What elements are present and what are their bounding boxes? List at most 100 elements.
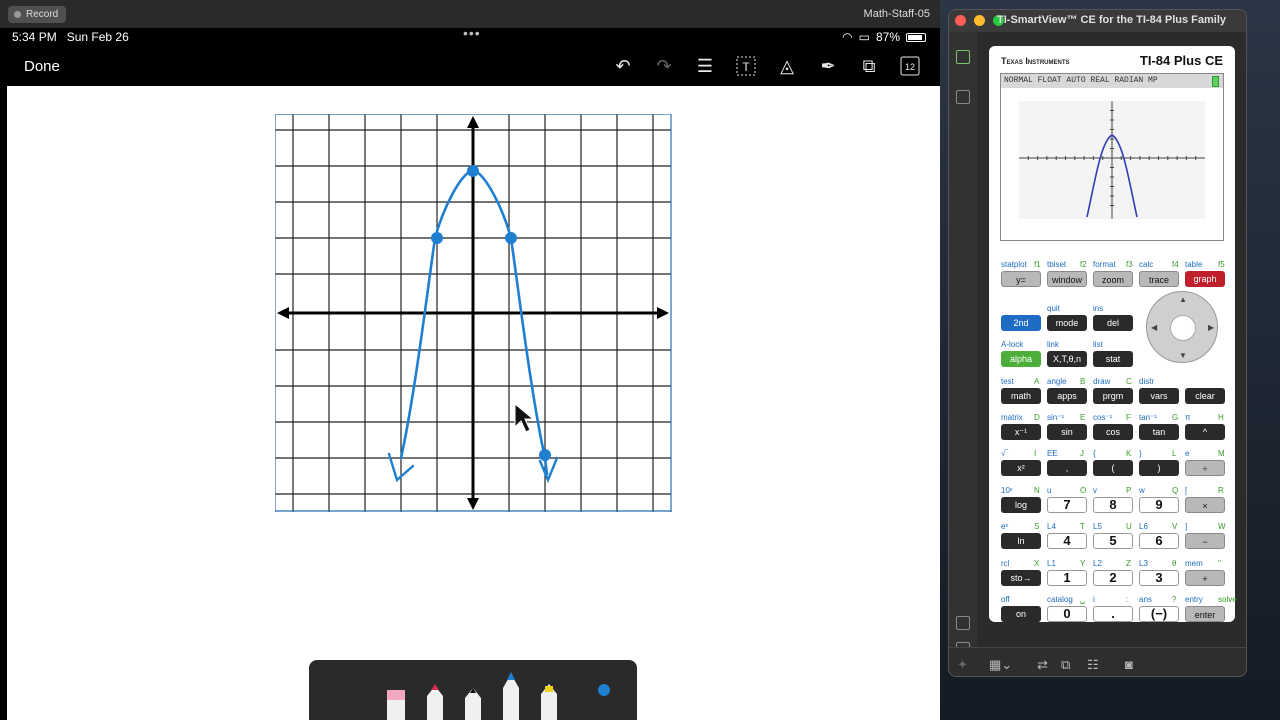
window-bottom-bar: ✦ ▦⌄ ⇄ ⧉ ☷ ◙ [949, 647, 1246, 676]
camera-icon[interactable]: ◙ [1125, 657, 1133, 672]
key-r5c1[interactable]: 7 [1047, 497, 1087, 513]
record-button[interactable]: Record [8, 6, 67, 23]
key-r5c4[interactable]: × [1185, 497, 1225, 513]
key-func-3[interactable]: zoom [1093, 271, 1133, 287]
eraser-icon [387, 690, 405, 720]
key-r4c3[interactable]: ) [1139, 460, 1179, 476]
key-label-second: format [1093, 260, 1116, 269]
key-r6c4[interactable]: − [1185, 533, 1225, 549]
key-label-alpha: N [1034, 486, 1040, 495]
pen-icon[interactable]: ✒ [813, 52, 843, 80]
arrow-down-icon[interactable]: ▼ [1179, 351, 1187, 360]
key-label-second: tblset [1047, 260, 1067, 269]
key-r3c4[interactable]: ^ [1185, 424, 1225, 440]
key-r6c1[interactable]: 4 [1047, 533, 1087, 549]
key-r8c4[interactable]: enter [1185, 606, 1225, 622]
key-r3c1[interactable]: sin [1047, 424, 1087, 440]
key-r6c2[interactable]: 5 [1093, 533, 1133, 549]
page-number[interactable]: 12 [895, 52, 925, 80]
arrow-right-icon[interactable]: ▶ [1208, 323, 1214, 332]
close-icon[interactable] [955, 15, 966, 26]
key-label-second: √‾ [1001, 449, 1009, 458]
key-r7c1[interactable]: 1 [1047, 570, 1087, 586]
screen-mirror-icon: ▭ [858, 30, 870, 44]
minimize-icon[interactable] [974, 15, 985, 26]
calculator-view-icon[interactable] [956, 50, 970, 64]
send-icon[interactable]: ⇄ [1037, 657, 1048, 673]
key-r8c1[interactable]: 0 [1047, 606, 1087, 622]
key-r4c4[interactable]: ÷ [1185, 460, 1225, 476]
arrow-pad[interactable]: ▲ ▼ ◀ ▶ [1146, 291, 1218, 363]
key-r2c2[interactable]: prgm [1093, 388, 1133, 404]
key-r1c1[interactable]: X,T,θ,n [1047, 351, 1087, 367]
key-r3c0[interactable]: x⁻¹ [1001, 424, 1041, 440]
note-canvas[interactable] [7, 86, 940, 720]
key-label-second: v [1093, 486, 1097, 495]
key-label-alpha: f4 [1172, 260, 1179, 269]
key-label-alpha: X [1034, 559, 1040, 568]
arrow-up-icon[interactable]: ▲ [1179, 295, 1187, 304]
calculator-select-icon[interactable]: ▦⌄ [989, 657, 1012, 673]
hand-drawn-graph [275, 114, 672, 512]
arrow-left-icon[interactable]: ◀ [1151, 323, 1157, 332]
key-label-second: list [1093, 340, 1103, 349]
keypress-icon[interactable]: ✦ [957, 657, 968, 673]
panel-icon[interactable] [956, 616, 970, 630]
key-r2c0[interactable]: math [1001, 388, 1041, 404]
key-r7c2[interactable]: 2 [1093, 570, 1133, 586]
smartview-window: TI-SmartView™ CE for the TI-84 Plus Fami… [948, 9, 1247, 677]
key-r4c1[interactable]: , [1047, 460, 1087, 476]
text-box-icon[interactable]: T [731, 52, 761, 80]
key-r5c0[interactable]: log [1001, 497, 1041, 513]
key-label-alpha: f3 [1126, 260, 1133, 269]
key-label-second: ans [1139, 595, 1152, 604]
key-r7c4[interactable]: + [1185, 570, 1225, 586]
key-label-second: L1 [1047, 559, 1056, 568]
checklist-icon[interactable]: ☰ [690, 52, 720, 80]
key-r1c0[interactable]: alpha [1001, 351, 1041, 367]
key-r4c0[interactable]: x² [1001, 460, 1041, 476]
photos-icon[interactable]: ⧉ [854, 52, 884, 80]
key-func-1[interactable]: y= [1001, 271, 1041, 287]
key-r8c0[interactable]: on [1001, 606, 1041, 622]
calculator-screen: NORMAL FLOAT AUTO REAL RADIAN MP [1000, 73, 1224, 241]
key-label-alpha: S [1034, 522, 1040, 531]
key-label-alpha: O [1080, 486, 1087, 495]
key-r3c3[interactable]: tan [1139, 424, 1179, 440]
key-r4c2[interactable]: ( [1093, 460, 1133, 476]
key-r0c0[interactable]: 2nd [1001, 315, 1041, 331]
key-r2c4[interactable]: clear [1185, 388, 1225, 404]
key-r3c2[interactable]: cos [1093, 424, 1133, 440]
undo-icon[interactable]: ↶ [608, 52, 638, 80]
key-label-second: tan⁻¹ [1139, 413, 1158, 422]
key-r1c2[interactable]: stat [1093, 351, 1133, 367]
shapes-icon[interactable]: ◬ [772, 52, 802, 80]
key-r2c3[interactable]: vars [1139, 388, 1179, 404]
key-r6c3[interactable]: 6 [1139, 533, 1179, 549]
key-r8c2[interactable]: . [1093, 606, 1133, 622]
key-r7c3[interactable]: 3 [1139, 570, 1179, 586]
redo-icon[interactable]: ↷ [649, 52, 679, 80]
key-func-4[interactable]: trace [1139, 271, 1179, 287]
window-titlebar: TI-SmartView™ CE for the TI-84 Plus Fami… [949, 10, 1246, 32]
key-label-second: mem [1185, 559, 1203, 568]
key-r6c0[interactable]: ln [1001, 533, 1041, 549]
key-r2c1[interactable]: apps [1047, 388, 1087, 404]
key-label-second: e [1185, 449, 1190, 458]
status-right: ◠ ▭ 87% [842, 30, 926, 44]
key-r0c1[interactable]: mode [1047, 315, 1087, 331]
list-icon[interactable]: ☷ [1087, 657, 1099, 673]
key-r0c2[interactable]: del [1093, 315, 1133, 331]
key-r5c2[interactable]: 8 [1093, 497, 1133, 513]
capture-icon[interactable]: ⧉ [1061, 657, 1070, 673]
battery-icon [906, 32, 926, 42]
key-r5c3[interactable]: 9 [1139, 497, 1179, 513]
key-func-2[interactable]: window [1047, 271, 1087, 287]
key-r8c3[interactable]: (−) [1139, 606, 1179, 622]
done-button[interactable]: Done [24, 58, 60, 75]
key-func-5[interactable]: graph [1185, 271, 1225, 287]
key-label-alpha: A [1034, 377, 1040, 386]
key-r7c0[interactable]: sto→ [1001, 570, 1041, 586]
documents-icon[interactable] [956, 90, 970, 104]
multitask-dots-icon[interactable]: ••• [463, 25, 481, 41]
